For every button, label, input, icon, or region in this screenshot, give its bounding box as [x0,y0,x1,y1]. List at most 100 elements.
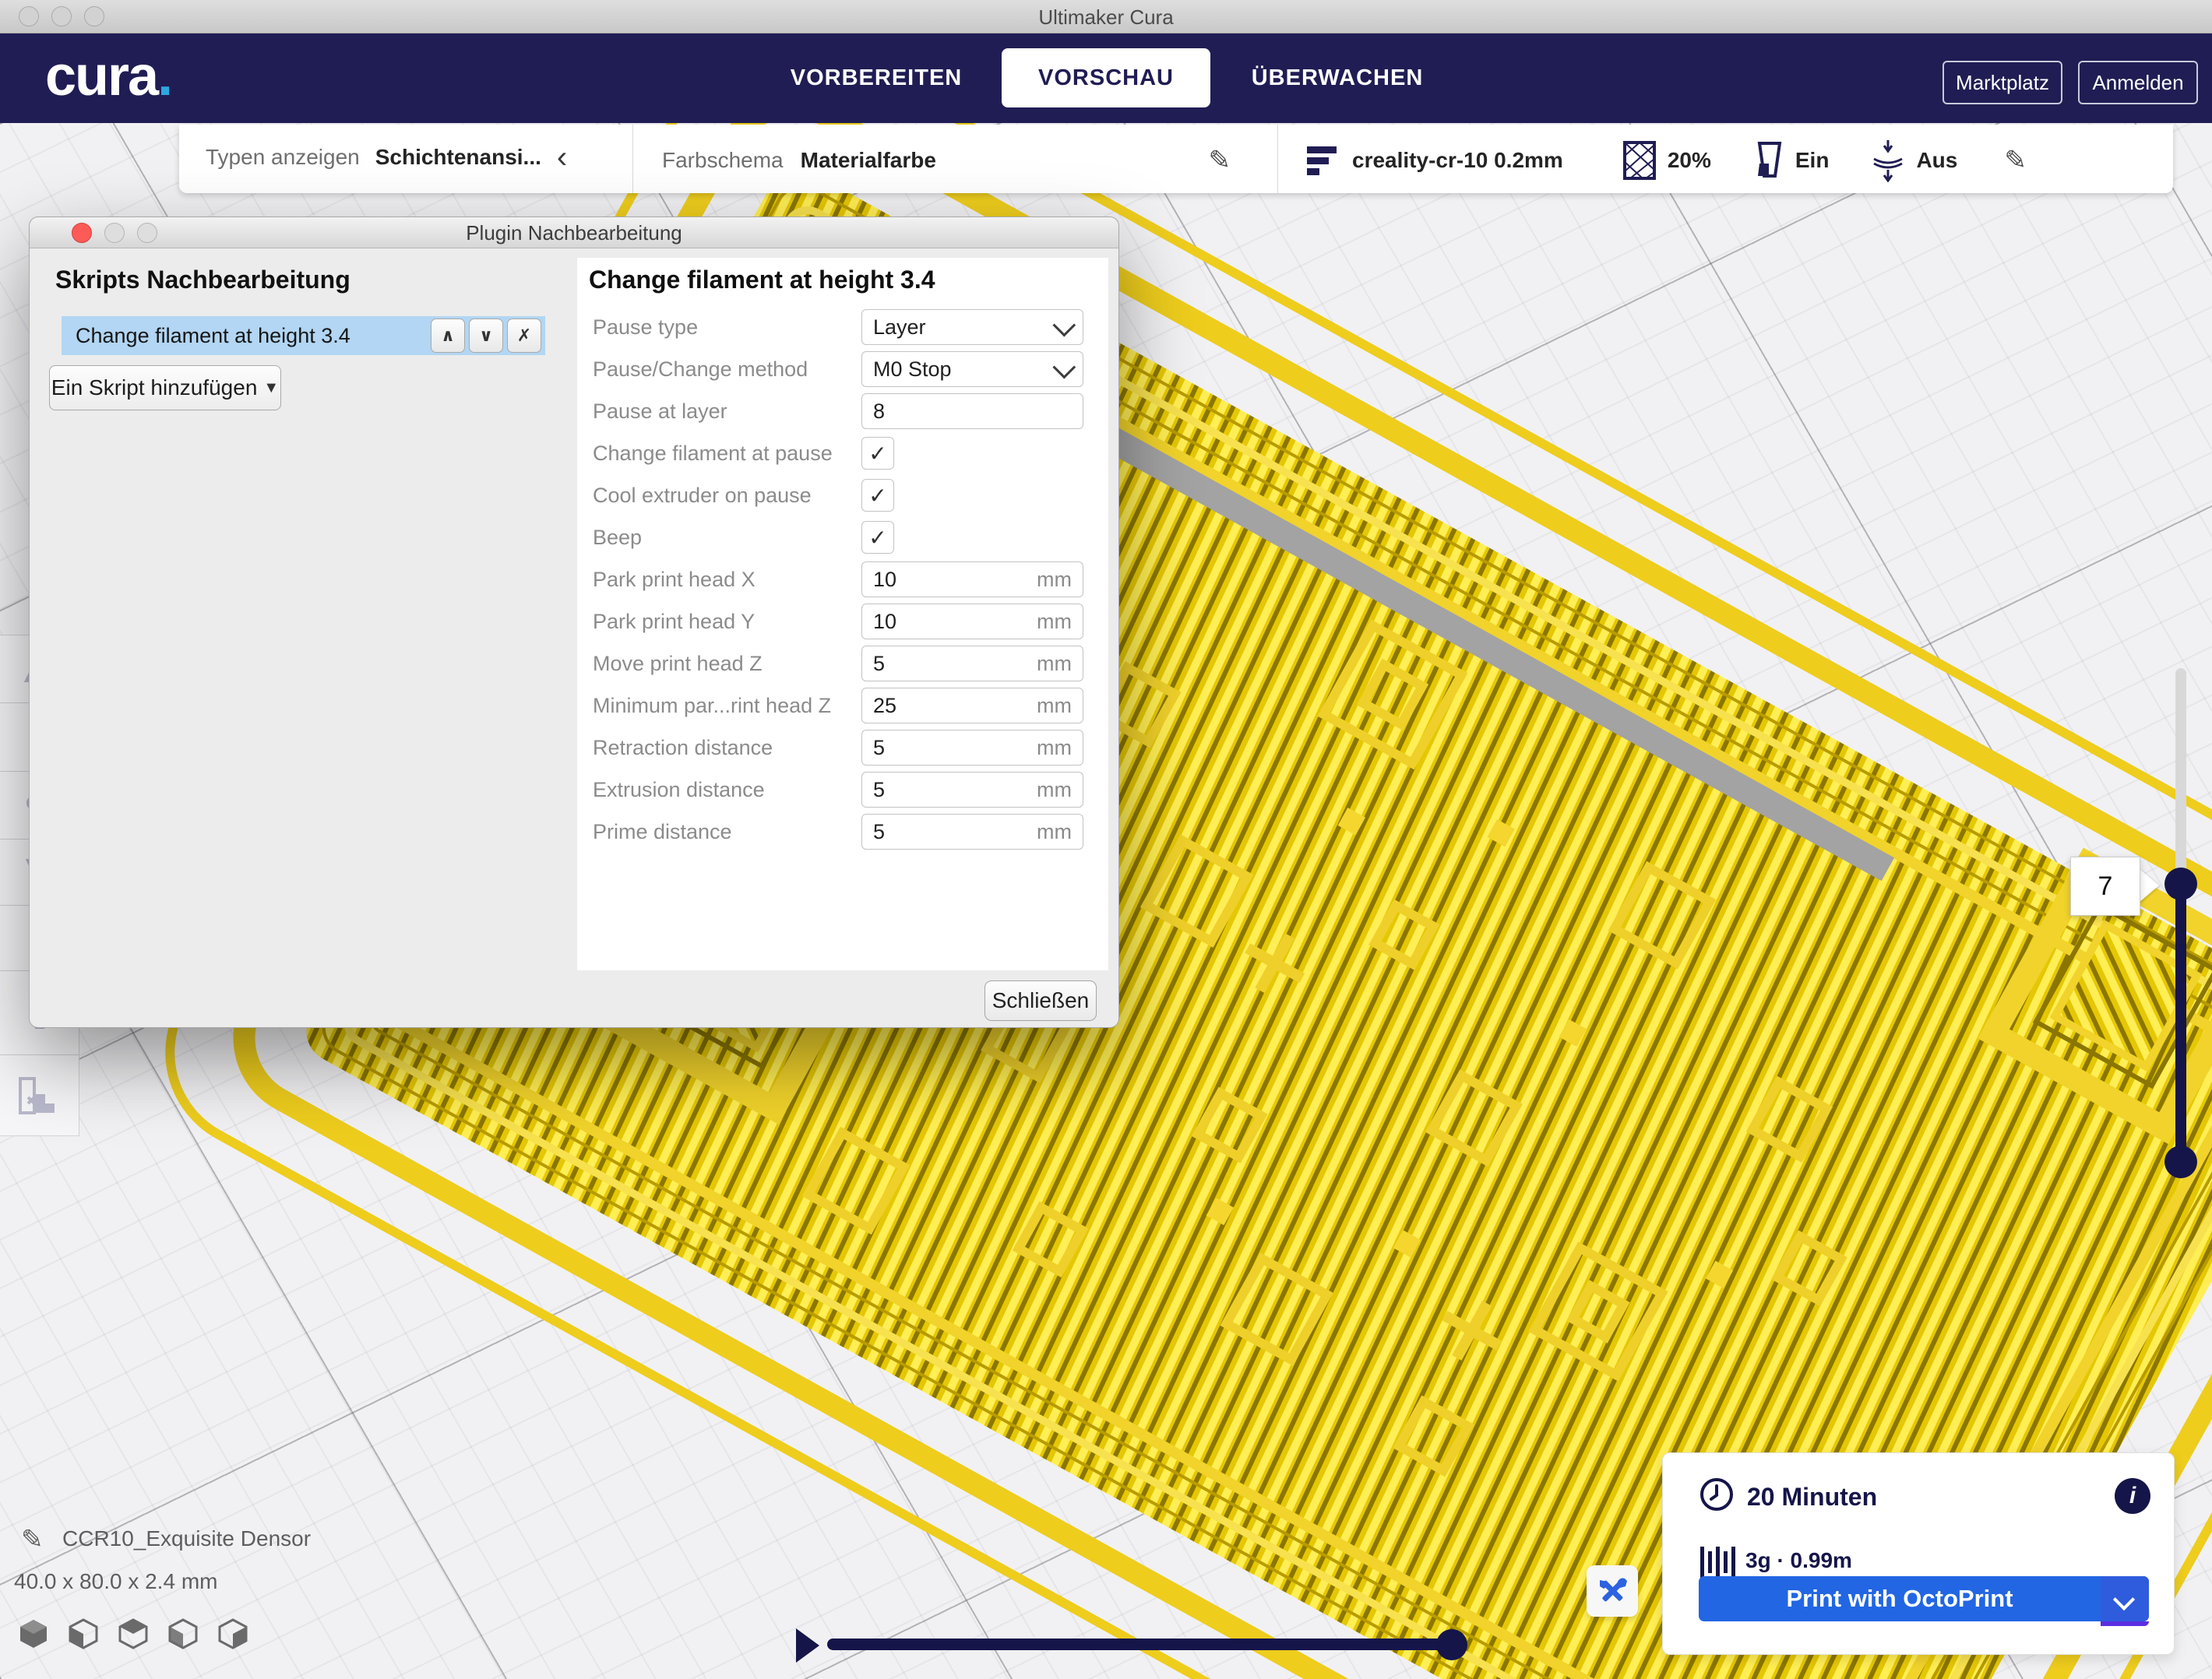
setting-input[interactable]: 10mm [861,561,1083,597]
layer-slider-range[interactable] [2175,884,2186,1162]
view-3d-icon[interactable] [17,1617,50,1650]
setting-row: Pause/Change method M0 Stop [577,351,1108,387]
setting-label: Park print head Y [593,610,755,634]
setting-label: Change filament at pause [593,442,833,466]
setting-row: Prime distance 5mm [577,814,1108,850]
model-name: CCR10_Exquisite Densor [62,1526,311,1551]
view-right-icon[interactable] [217,1617,249,1650]
setting-row: Change filament at pause ✓ [577,435,1108,471]
chevron-down-icon [1052,313,1076,336]
view-front-icon[interactable] [67,1617,100,1650]
setting-label: Prime distance [593,820,732,844]
add-script-caret-icon: ▼ [263,379,279,397]
dialog-titlebar[interactable]: Plugin Nachbearbeitung [30,217,1118,248]
current-layer-value: 7 [2098,871,2113,902]
printer-profile-value: creality-cr-10 0.2mm [1352,148,1563,173]
setting-value: 5 [873,736,1037,760]
play-button[interactable] [796,1628,819,1663]
setting-input[interactable]: 10mm [861,604,1083,639]
layer-tooltip-arrow [2139,868,2159,903]
setting-row: Pause at layer8 [577,393,1108,429]
material-icon [1700,1547,1735,1578]
marketplace-button[interactable]: Marktplatz [1943,61,2062,104]
setting-row: Beep ✓ [577,519,1108,555]
add-script-button[interactable]: Ein Skript hinzufügen ▼ [49,365,281,410]
setting-value: M0 Stop [873,357,1054,382]
script-list-item-selected[interactable]: Change filament at height 3.4 ∧ ∨ ✗ [62,316,545,355]
setting-select[interactable]: Layer [861,309,1083,345]
setting-unit: mm [1037,778,1072,802]
print-options-chevron-icon[interactable] [2101,1576,2149,1621]
layer-tooltip: 7 [2070,857,2140,916]
setting-row: Extrusion distance 5mm [577,772,1108,808]
rename-model-pencil-icon[interactable]: ✎ [21,1524,44,1555]
layers-icon [1307,146,1337,175]
dialog-title: Plugin Nachbearbeitung [30,221,1118,245]
setting-label: Pause/Change method [593,357,808,382]
print-job-card: 20 Minuten i 3g · 0.99m Print with OctoP… [1662,1452,2175,1655]
model-dimensions: 40.0 x 80.0 x 2.4 mm [14,1569,217,1594]
setting-input[interactable]: 8 [861,393,1083,429]
setting-checkbox[interactable]: ✓ [861,521,894,554]
setting-value: 5 [873,778,1037,802]
setting-value: 5 [873,652,1037,676]
setting-row: Pause typeLayer [577,309,1108,345]
print-with-octoprint-button[interactable]: Print with OctoPrint [1699,1576,2149,1621]
setting-label: Minimum par...rint head Z [593,694,831,718]
color-scheme-value: Materialfarbe [801,148,936,173]
setting-input[interactable]: 5mm [861,772,1083,808]
setting-value: 25 [873,694,1037,718]
setting-checkbox[interactable]: ✓ [861,437,894,470]
setting-input[interactable]: 5mm [861,814,1083,850]
view-left-icon[interactable] [167,1617,199,1650]
monitor-tools-button[interactable] [1587,1565,1638,1617]
info-icon[interactable]: i [2115,1478,2150,1514]
setting-label: Extrusion distance [593,778,765,802]
window-title: Ultimaker Cura [0,5,2212,30]
scripts-heading: Skripts Nachbearbeitung [55,266,350,294]
setting-label: Cool extruder on pause [593,484,812,508]
timeline-handle[interactable] [1436,1629,1467,1660]
close-dialog-button[interactable]: Schließen [984,980,1097,1021]
print-duration: 20 Minuten [1747,1483,1877,1512]
signin-button[interactable]: Anmelden [2078,61,2198,104]
view-top-icon[interactable] [117,1617,150,1650]
print-settings-summary[interactable]: creality-cr-10 0.2mm 20% Ein Aus ✎ [1307,139,2027,182]
setting-value: 5 [873,820,1037,844]
edit-print-settings-pencil-icon[interactable]: ✎ [2004,145,2027,176]
chevron-down-icon [1052,355,1076,378]
setting-select[interactable]: M0 Stop [861,351,1083,387]
setting-label: Beep [593,526,642,550]
view-type-control[interactable]: Typen anzeigen Schichtenansi... ‹ [206,145,567,170]
tab-vorschau[interactable]: VORSCHAU [1002,48,1210,107]
setting-checkbox[interactable]: ✓ [861,479,894,512]
view-type-label: Typen anzeigen [206,145,360,170]
support-icon [1753,140,1784,181]
setting-unit: mm [1037,610,1072,634]
script-settings-panel: Change filament at height 3.4 Pause type… [577,258,1108,970]
app-window: Typen anzeigen Schichtenansi... ‹ Farbsc… [0,0,2212,1679]
layer-slider-lower-handle[interactable] [2164,1146,2197,1178]
setting-row: Park print head X10mm [577,561,1108,597]
per-object-settings-button[interactable] [0,1055,79,1135]
remove-script-button[interactable]: ✗ [507,319,541,353]
timeline-track[interactable] [827,1639,1450,1650]
collapse-chevron-icon[interactable]: ‹ [557,146,567,168]
setting-input[interactable]: 5mm [861,730,1083,766]
setting-row: Minimum par...rint head Z 25mm [577,688,1108,723]
logo-dot: . [157,45,171,107]
color-scheme-control[interactable]: Farbschema Materialfarbe ✎ [662,145,1254,176]
setting-input[interactable]: 25mm [861,688,1083,723]
edit-view-pencil-icon[interactable]: ✎ [1209,145,1231,176]
move-script-up-button[interactable]: ∧ [431,319,465,353]
move-script-down-button[interactable]: ∨ [469,319,503,353]
setting-input[interactable]: 5mm [861,646,1083,681]
script-name: Change filament at height 3.4 [76,324,431,348]
setting-unit: mm [1037,694,1072,718]
setting-unit: mm [1037,652,1072,676]
tab-vorbereiten[interactable]: VORBEREITEN [791,33,962,123]
layer-slider-upper-handle[interactable] [2164,868,2197,900]
setting-value: 10 [873,568,1037,592]
setting-value: 10 [873,610,1037,634]
tab-ueberwachen[interactable]: ÜBERWACHEN [1252,33,1423,123]
